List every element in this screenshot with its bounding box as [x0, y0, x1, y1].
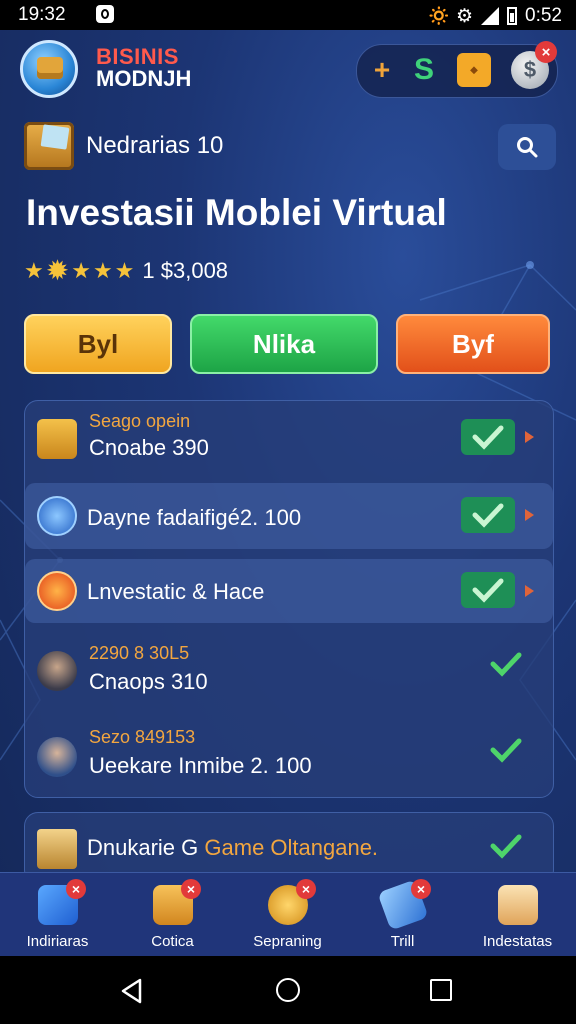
swap-icon[interactable]: S: [407, 53, 441, 87]
nav-item-sepraning[interactable]: × Sepraning: [230, 873, 345, 957]
check-icon: [472, 425, 504, 450]
list-item-title: Seago opein: [89, 411, 191, 431]
close-badge-icon: ×: [66, 879, 86, 899]
list-item[interactable]: Dayne fadaifigé2. 100: [25, 483, 553, 549]
recents-icon[interactable]: [430, 979, 452, 1001]
list-item-text: Lnvestatic & Hace: [87, 579, 265, 604]
list-item[interactable]: Lnvestatic & Hace: [25, 559, 553, 623]
list-item-title: Sezo 849153: [89, 727, 196, 747]
close-badge-icon: ×: [411, 879, 431, 899]
rating-text: 1 $3,008: [142, 257, 229, 283]
list-item-text: Dayne fadaifigé2. 100: [87, 505, 302, 530]
check-icon[interactable]: [487, 735, 531, 773]
list-item-subtitle: Cnoabe 390: [89, 435, 209, 460]
search-icon: [517, 137, 538, 158]
nav-item-indiriaras[interactable]: × Indiriaras: [0, 873, 115, 957]
nav-item-trill[interactable]: × Trill: [345, 873, 460, 957]
check-icon: [472, 578, 504, 603]
status-bar: 19:32 🔅 ⚙ 0:52: [0, 0, 576, 30]
book-icon: [37, 829, 77, 869]
star-icon: ★: [92, 257, 113, 283]
action-button-orange[interactable]: Byf: [396, 314, 550, 374]
checkbox-checked[interactable]: [461, 419, 515, 455]
close-badge-icon: ×: [181, 879, 201, 899]
nav-label: Sepraning: [253, 933, 322, 950]
star-badge-icon: ✹: [45, 255, 70, 286]
gift-icon[interactable]: ⬩: [457, 53, 491, 87]
chevron-right-icon[interactable]: [525, 585, 534, 597]
chevron-right-icon[interactable]: [525, 509, 534, 521]
star-icon: ★: [24, 257, 44, 283]
list-item[interactable]: Seago opein Cnoabe 390: [25, 401, 553, 479]
star-icon: ★: [71, 257, 91, 283]
nav-item-indestatas[interactable]: Indestatas: [460, 873, 575, 957]
nav-label: Cotica: [151, 933, 194, 950]
action-button-yellow[interactable]: Byl: [24, 314, 172, 374]
list-item[interactable]: Sezo 849153 Ueekare Inmibe 2. 100: [25, 717, 553, 797]
plus-icon[interactable]: +: [365, 53, 399, 87]
nav-label: Trill: [390, 933, 415, 950]
refresh-icon: [37, 571, 77, 611]
section-subtitle: Nedrarias 10: [86, 132, 224, 159]
treasure-chest-icon: [24, 122, 74, 170]
card-text-orange: Game Oltangane.: [204, 835, 379, 860]
top-toolbar: + S ⬩ $ ×: [356, 41, 558, 98]
list-item-subtitle: Cnaops 310: [89, 669, 208, 694]
avatar: [37, 737, 77, 777]
home-icon[interactable]: [276, 978, 300, 1002]
status-icons: 🔅 ⚙: [427, 6, 474, 27]
list-item[interactable]: 2290 8 30L5 Cnaops 310: [25, 633, 553, 713]
investment-list-panel: Seago opein Cnoabe 390 Dayne fadaifigé2.…: [24, 400, 554, 798]
battery-icon: [507, 7, 518, 25]
check-icon[interactable]: [487, 649, 531, 687]
star-icon: ★: [114, 257, 135, 283]
check-icon[interactable]: [487, 831, 531, 869]
page-title: Investasii Moblei Virtual: [26, 192, 447, 233]
check-circle-icon: [37, 496, 77, 536]
status-right: 🔅 ⚙ 0:52: [427, 4, 562, 28]
card-text: Dnukarie G Game Oltangane.: [87, 835, 378, 861]
list-item-title: 2290 8 30L5: [89, 643, 190, 663]
document-edit-icon: [498, 885, 538, 925]
chevron-right-icon[interactable]: [525, 431, 534, 443]
status-right-time: 0:52: [525, 5, 562, 26]
checkbox-checked[interactable]: [461, 497, 515, 533]
checkbox-checked[interactable]: [461, 572, 515, 608]
close-badge-icon: ×: [296, 879, 316, 899]
app-logo-icon[interactable]: [20, 40, 78, 98]
search-button[interactable]: [498, 124, 556, 170]
avatar: [37, 651, 77, 691]
list-item-subtitle: Ueekare Inmibe 2. 100: [89, 753, 312, 778]
card-text-white: Dnukarie G: [87, 835, 205, 860]
bottom-nav: × Indiriaras × Cotica × Sepraning × Tril…: [0, 872, 576, 957]
box-icon: [37, 419, 77, 459]
status-time: 19:32: [18, 4, 66, 25]
system-nav-bar: [0, 956, 576, 1024]
back-icon[interactable]: [120, 978, 144, 1004]
close-badge-icon[interactable]: ×: [535, 41, 557, 63]
rating-row: ★ ✹ ★ ★ ★ 1 $3,008: [24, 254, 228, 287]
nav-item-cotica[interactable]: × Cotica: [115, 873, 230, 957]
notification-icon: [96, 5, 114, 23]
nav-label: Indiriaras: [26, 933, 89, 950]
nav-label: Indestatas: [482, 933, 553, 950]
brand-line-2: MODNJH: [96, 66, 192, 91]
signal-icon: [481, 7, 500, 25]
action-button-green[interactable]: Nlika: [190, 314, 378, 374]
check-icon: [472, 503, 504, 528]
